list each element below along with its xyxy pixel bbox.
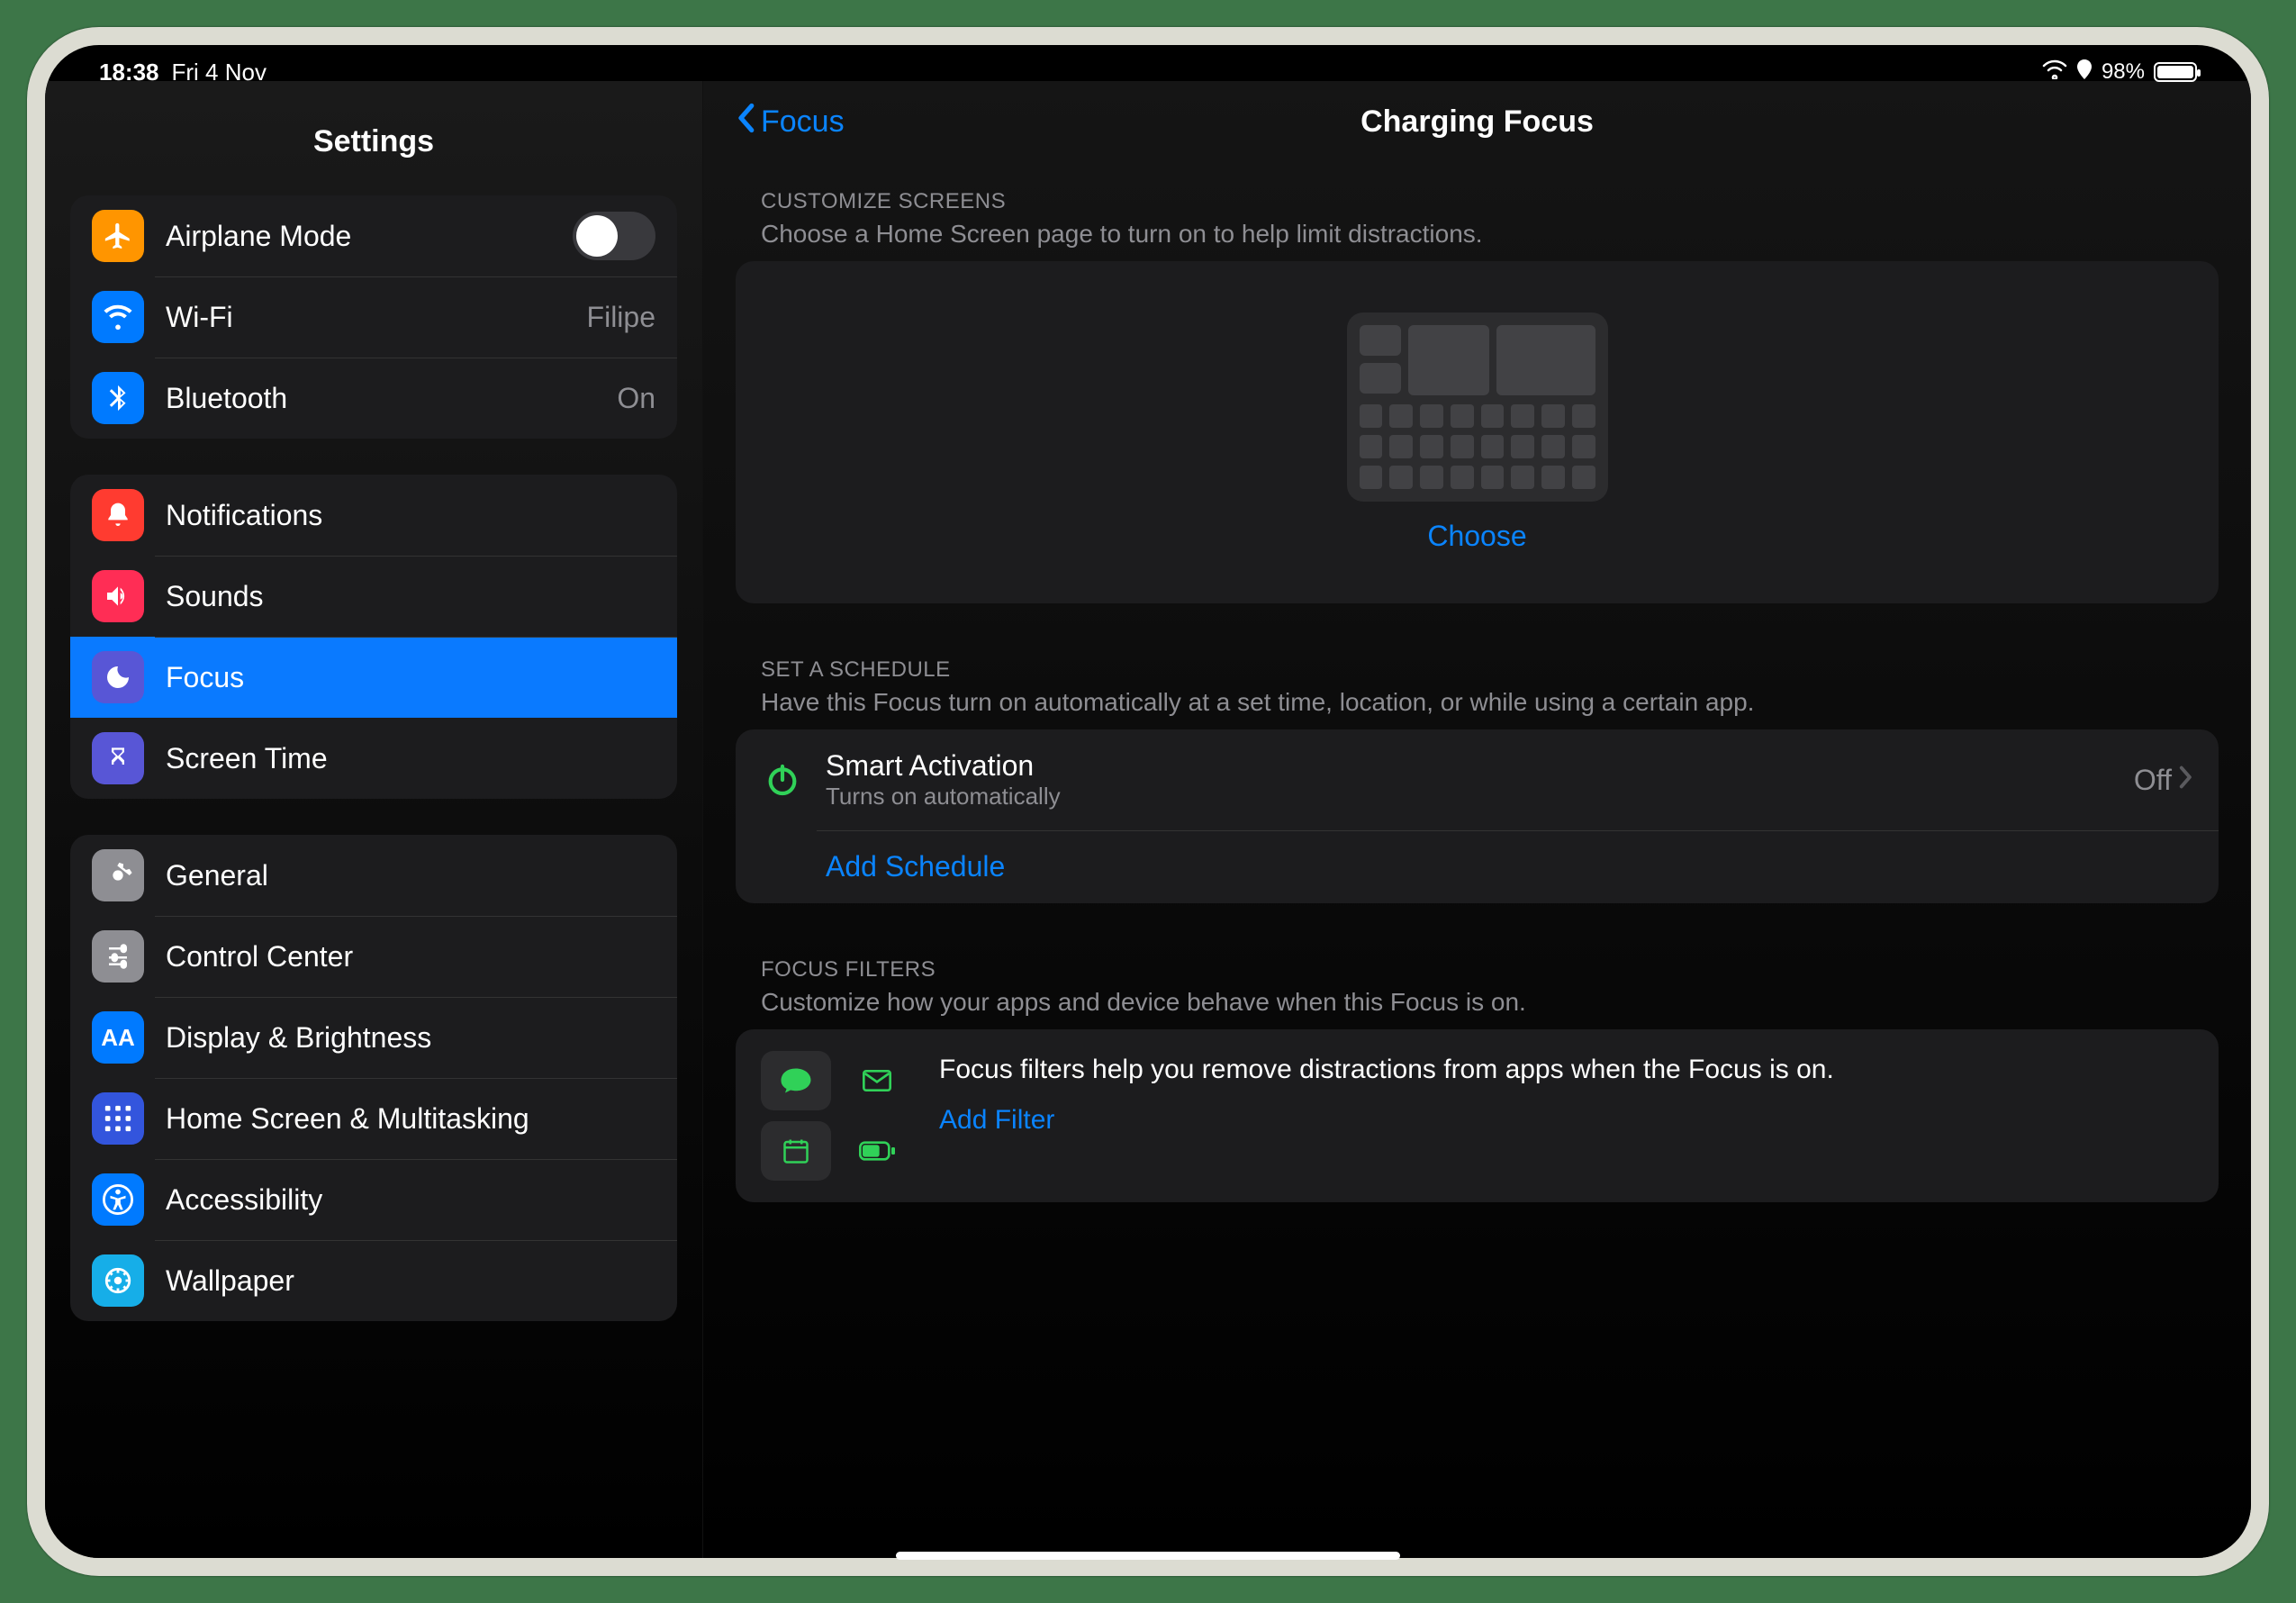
sidebar-group-notifications: Notifications Sounds Focus [70,475,677,799]
sidebar-item-bluetooth[interactable]: Bluetooth On [70,358,677,439]
sidebar-item-label: Bluetooth [166,382,617,415]
sidebar-item-general[interactable]: General [70,835,677,916]
sidebar-item-sounds[interactable]: Sounds [70,556,677,637]
bluetooth-value: On [617,382,655,415]
sidebar-item-screen-time[interactable]: Screen Time [70,718,677,799]
sidebar-item-wallpaper[interactable]: Wallpaper [70,1240,677,1321]
main-panel: Focus Charging Focus CUSTOMIZE SCREENS C… [702,81,2251,1558]
sidebar-item-display-brightness[interactable]: AA Display & Brightness [70,997,677,1078]
text-size-icon: AA [92,1011,144,1064]
filter-icon-grid [761,1051,912,1181]
screen: 18:38 Fri 4 Nov 98% Settings [45,45,2251,1558]
bluetooth-icon [92,372,144,424]
choose-link[interactable]: Choose [1427,520,1526,553]
status-bar: 18:38 Fri 4 Nov 98% [45,45,2251,81]
homescreen-preview [1347,312,1608,502]
sliders-icon [92,930,144,983]
accessibility-icon [92,1173,144,1226]
sidebar-item-label: Accessibility [166,1183,655,1217]
chevron-left-icon [736,103,755,141]
airplane-icon [92,210,144,262]
home-indicator[interactable] [896,1552,1400,1558]
wallpaper-icon [92,1254,144,1307]
schedule-desc: Have this Focus turn on automatically at… [736,688,2219,729]
sidebar-group-general: General Control Center AA Display & Brig… [70,835,677,1321]
calendar-filter-icon [761,1121,831,1181]
nav-header: Focus Charging Focus [703,81,2251,162]
sidebar-item-notifications[interactable]: Notifications [70,475,677,556]
speaker-icon [92,570,144,622]
app-grid-icon [92,1092,144,1145]
sidebar-group-connectivity: Airplane Mode Wi-Fi Filipe [70,195,677,439]
back-button[interactable]: Focus [736,103,845,141]
sidebar-item-label: Wi-Fi [166,301,587,334]
moon-icon [92,651,144,703]
battery-icon [2154,62,2197,82]
wifi-value: Filipe [587,301,655,334]
messages-filter-icon [761,1051,831,1110]
wifi-settings-icon [92,291,144,343]
power-icon [761,758,804,802]
homescreen-card[interactable]: Choose [736,261,2219,603]
sidebar-item-focus[interactable]: Focus [70,637,677,718]
bell-icon [92,489,144,541]
filters-card: Focus filters help you remove distractio… [736,1029,2219,1202]
sidebar-item-label: Home Screen & Multitasking [166,1102,655,1136]
settings-sidebar: Settings Airplane Mode Wi-Fi [45,81,702,1558]
schedule-header: SET A SCHEDULE [736,639,2219,688]
sidebar-item-control-center[interactable]: Control Center [70,916,677,997]
add-filter-link[interactable]: Add Filter [939,1105,2193,1136]
back-label: Focus [761,104,845,140]
sidebar-item-wifi[interactable]: Wi-Fi Filipe [70,276,677,358]
sidebar-item-label: Notifications [166,499,655,532]
smart-activation-row[interactable]: Smart Activation Turns on automatically … [736,729,2219,830]
sidebar-item-label: Wallpaper [166,1264,655,1298]
mail-filter-icon [842,1051,912,1110]
airplane-toggle[interactable] [573,212,655,260]
sidebar-item-airplane-mode[interactable]: Airplane Mode [70,195,677,276]
filters-help-text: Focus filters help you remove distractio… [939,1055,2193,1085]
add-schedule-row[interactable]: Add Schedule [736,830,2219,903]
hourglass-icon [92,732,144,784]
smart-activation-sub: Turns on automatically [826,783,2134,811]
customize-desc: Choose a Home Screen page to turn on to … [736,220,2219,261]
smart-activation-value: Off [2134,764,2172,797]
sidebar-item-label: Control Center [166,940,655,974]
sidebar-item-label: Airplane Mode [166,220,573,253]
page-title: Charging Focus [1360,104,1594,140]
sidebar-item-home-screen[interactable]: Home Screen & Multitasking [70,1078,677,1159]
sidebar-item-label: General [166,859,655,892]
sidebar-item-accessibility[interactable]: Accessibility [70,1159,677,1240]
chevron-right-icon [2179,765,2193,795]
sidebar-title: Settings [45,99,702,195]
ipad-frame: 18:38 Fri 4 Nov 98% Settings [27,27,2269,1576]
sidebar-item-label: Focus [166,661,655,694]
sidebar-item-label: Screen Time [166,742,655,775]
filters-header: FOCUS FILTERS [736,939,2219,988]
schedule-card: Smart Activation Turns on automatically … [736,729,2219,903]
add-schedule-label: Add Schedule [826,850,1005,883]
smart-activation-title: Smart Activation [826,749,2134,783]
battery-filter-icon [842,1121,912,1181]
gear-icon [92,849,144,901]
sidebar-item-label: Display & Brightness [166,1021,655,1055]
filters-desc: Customize how your apps and device behav… [736,988,2219,1029]
customize-header: CUSTOMIZE SCREENS [736,171,2219,220]
sidebar-item-label: Sounds [166,580,655,613]
